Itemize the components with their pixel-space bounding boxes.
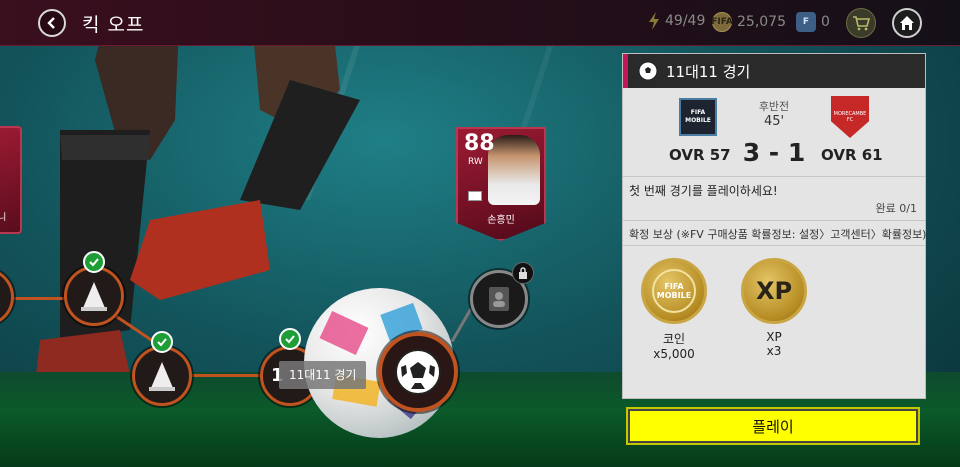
nation-flag-icon [468,191,482,201]
soccer-ball-icon [638,61,658,81]
player-card-partial[interactable]: 니 [0,126,22,234]
top-bar: 킥 오프 49/49 FIFA 25,075 F 0 [0,0,960,46]
path-node-cone[interactable] [64,266,124,326]
path-edge [188,374,266,377]
match-minute: 45' [763,114,785,129]
soccer-ball-icon [395,349,441,395]
energy-counter: 49/49 [648,12,705,30]
away-team-logo: MORECAMBE FC [831,96,869,138]
completed-check [83,251,105,273]
path-node-current-match[interactable] [378,332,458,412]
check-icon [157,338,167,347]
play-button[interactable]: 플레이 [626,407,920,445]
lock-icon [519,267,527,279]
home-team-logo: FIFA MOBILE [679,98,717,136]
check-icon [89,258,99,267]
fv-value: 0 [821,14,830,30]
cone-icon [149,362,175,391]
player-name-fragment: 니 [0,213,7,223]
shop-button[interactable] [846,8,876,38]
energy-icon [649,12,659,30]
away-logo-text: MORECAMBE FC [833,111,867,123]
completed-check [279,328,301,350]
match-panel: 11대11 경기 FIFA MOBILE 후반전 45' MORECAMBE F… [622,53,926,399]
cone-icon [81,282,107,311]
check-icon [285,335,295,344]
rewards: FIFA MOBILE 코인 x5,000 XP XP x3 [623,246,925,391]
away-ovr: OVR 61 [821,146,883,164]
reward-header: 확정 보상 (※FV 구매상품 확률정보: 설정〉고객센터〉확률정보) [623,220,926,246]
match-period: 후반전 [758,100,790,113]
xp-reward-text: XP [755,277,793,305]
page-title: 킥 오프 [82,14,145,36]
panel-header: 11대11 경기 [623,54,925,88]
mission-text: 첫 번째 경기를 플레이하세요! [629,184,778,198]
player-portrait [488,135,540,205]
home-button[interactable] [892,8,922,38]
mission-progress: 완료 0/1 [875,202,917,215]
reward-quantity: x5,000 [653,347,695,361]
cart-icon [853,16,870,31]
energy-value: 49/49 [665,13,706,29]
player-silhouette-icon [489,287,509,311]
fv-counter: F 0 [796,12,830,32]
back-button[interactable] [38,9,66,37]
coin-counter: FIFA 25,075 [711,12,786,32]
mission-row: 첫 번째 경기를 플레이하세요! 완료 0/1 [623,176,925,220]
panel-title: 11대11 경기 [666,62,751,81]
coin-icon: FIFA [711,12,733,32]
player-position: RW [468,157,483,167]
reward-xp: XP XP x3 [739,258,809,358]
xp-reward-icon: XP [741,258,807,324]
player-card[interactable]: 88 RW 손흥민 [456,127,546,241]
play-button-label: 플레이 [752,417,794,436]
player-rating: 88 [464,131,495,156]
home-logo-text: FIFA MOBILE [685,109,711,124]
coin-reward-text: FIFA MOBILE [652,269,696,313]
reward-coin: FIFA MOBILE 코인 x5,000 [639,258,709,361]
match-summary: FIFA MOBILE 후반전 45' MORECAMBE FC OVR 57 … [623,88,925,176]
player-name: 손흥민 [487,215,515,226]
path-edge [10,297,70,300]
home-icon [900,16,914,30]
reward-label: XP [766,330,782,344]
reward-quantity: x3 [766,344,782,358]
lock-badge [512,262,534,284]
match-score: 3 - 1 [742,138,806,167]
path-node-cone[interactable] [132,346,192,406]
completed-check [151,331,173,353]
fv-icon: F [796,12,816,32]
current-node-label: 11대11 경기 [279,361,367,389]
home-ovr: OVR 57 [669,146,731,164]
coin-value: 25,075 [737,14,786,30]
coin-reward-icon: FIFA MOBILE [641,258,707,324]
reward-label: 코인 [662,332,686,346]
back-icon [47,17,55,29]
